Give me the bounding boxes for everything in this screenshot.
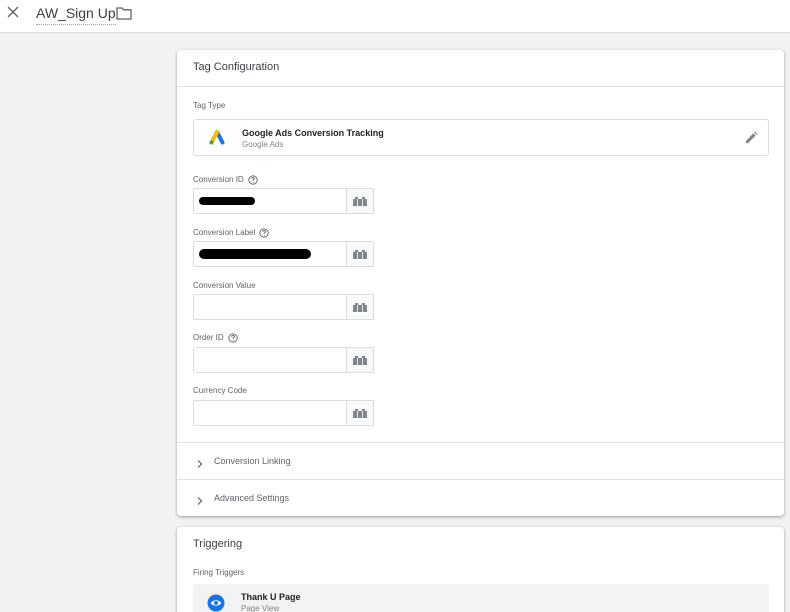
variable-brick-icon <box>353 250 367 259</box>
order-id-field <box>193 347 374 373</box>
tag-type-subtitle: Google Ads <box>242 140 284 149</box>
help-icon[interactable] <box>248 175 258 185</box>
conversion-label-label: Conversion Label <box>193 228 269 238</box>
variable-brick-icon <box>353 409 367 418</box>
conversion-id-field <box>193 188 374 214</box>
tag-type-selector[interactable]: Google Ads Conversion Tracking Google Ad… <box>193 119 769 156</box>
variable-brick-icon <box>353 197 367 206</box>
variable-picker-button[interactable] <box>346 347 374 373</box>
tag-type-name: Google Ads Conversion Tracking <box>242 128 384 138</box>
variable-picker-button[interactable] <box>346 294 374 320</box>
chevron-right-icon <box>196 493 204 505</box>
variable-brick-icon <box>353 303 367 312</box>
chevron-right-icon <box>196 456 204 468</box>
trigger-type: Page View <box>241 604 280 612</box>
firing-triggers-label: Firing Triggers <box>193 568 245 577</box>
variable-picker-button[interactable] <box>346 188 374 214</box>
tag-configuration-header: Tag Configuration <box>177 50 784 87</box>
help-icon[interactable] <box>228 333 238 343</box>
section-advanced-settings[interactable]: Advanced Settings <box>177 479 784 516</box>
triggering-header: Triggering <box>177 527 784 564</box>
tag-name-title[interactable]: AW_Sign Up <box>36 5 116 25</box>
currency-code-input[interactable] <box>193 400 346 426</box>
order-id-label: Order ID <box>193 333 238 343</box>
redaction-mark <box>199 197 255 205</box>
conversion-value-label: Conversion Value <box>193 281 256 290</box>
section-label: Conversion Linking <box>214 456 291 466</box>
close-icon[interactable] <box>4 3 22 21</box>
trigger-item[interactable]: Thank U Page Page View <box>193 584 769 612</box>
redaction-mark <box>199 249 311 259</box>
triggering-card: Triggering Firing Triggers Thank U Page … <box>177 527 784 612</box>
conversion-value-field <box>193 294 374 320</box>
trigger-name: Thank U Page <box>241 592 301 602</box>
tag-configuration-card: Tag Configuration Tag Type Google Ads Co… <box>177 50 784 516</box>
page-view-eye-icon <box>207 594 225 612</box>
conversion-value-input[interactable] <box>193 294 346 320</box>
currency-code-field <box>193 400 374 426</box>
help-icon[interactable] <box>259 228 269 238</box>
currency-code-label: Currency Code <box>193 386 247 395</box>
order-id-input[interactable] <box>193 347 346 373</box>
card-title: Triggering <box>193 538 243 550</box>
conversion-id-label: Conversion ID <box>193 175 258 185</box>
pencil-icon[interactable] <box>744 131 758 145</box>
top-bar: AW_Sign Up <box>0 0 790 33</box>
google-ads-logo-icon <box>208 130 226 146</box>
card-title: Tag Configuration <box>193 61 280 73</box>
variable-picker-button[interactable] <box>346 400 374 426</box>
tag-type-label: Tag Type <box>193 101 226 110</box>
variable-brick-icon <box>353 356 367 365</box>
folder-icon[interactable] <box>115 5 133 21</box>
variable-picker-button[interactable] <box>346 241 374 267</box>
section-label: Advanced Settings <box>214 493 290 503</box>
conversion-label-field <box>193 241 374 267</box>
section-conversion-linking[interactable]: Conversion Linking <box>177 442 784 479</box>
